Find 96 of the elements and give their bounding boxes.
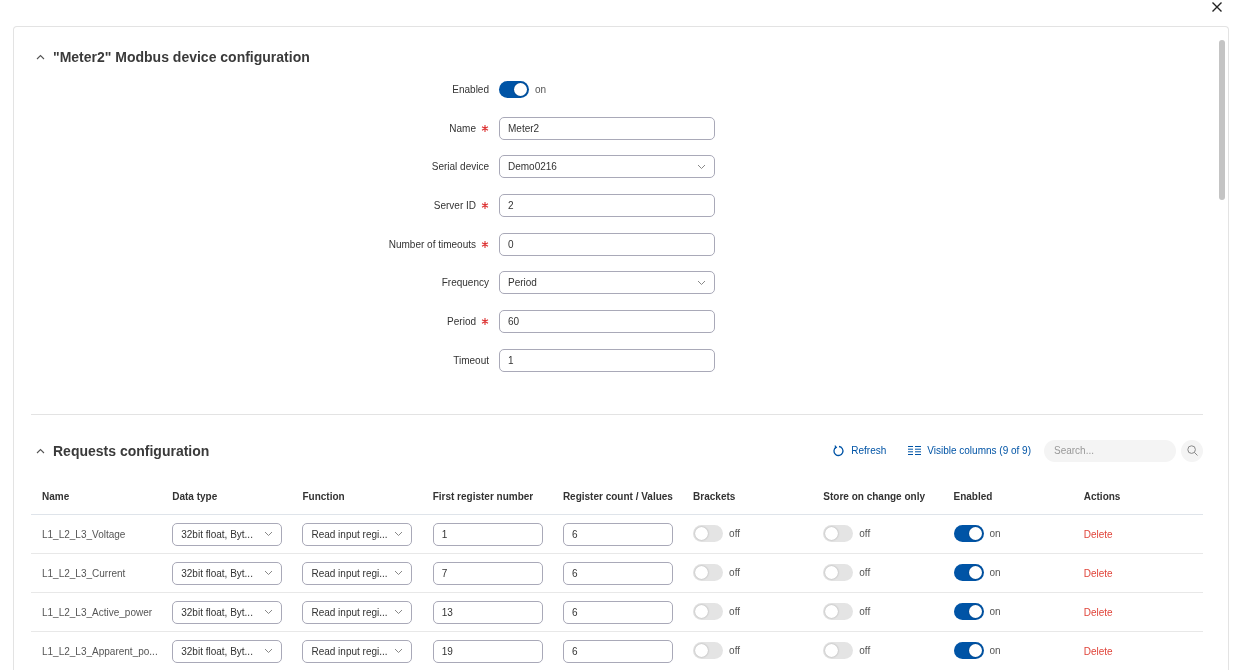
toggle-switch[interactable] xyxy=(953,524,984,542)
toggle-switch[interactable] xyxy=(693,563,724,581)
column-header: First register number xyxy=(421,478,552,515)
toggle-switch[interactable] xyxy=(823,524,854,542)
toggle-state-label: on xyxy=(989,644,1001,656)
input-field[interactable]: 6 xyxy=(562,639,673,663)
toggle-switch[interactable] xyxy=(953,563,984,581)
field-label: Timeout xyxy=(453,354,489,366)
input-dropdown[interactable]: Read input regi... xyxy=(302,600,413,624)
section-title: Requests configuration xyxy=(53,442,210,459)
column-header: Brackets xyxy=(682,478,813,515)
field-label: Serial device xyxy=(431,161,489,173)
input-field[interactable]: 0 xyxy=(499,232,715,256)
toggle-switch[interactable] xyxy=(953,602,984,620)
field-label: Period xyxy=(447,316,476,328)
request-name: L1_L2_L3_Active_power xyxy=(42,606,153,618)
toggle-switch[interactable] xyxy=(823,602,854,620)
input-dropdown[interactable]: 32bit float, Byt... xyxy=(172,600,283,624)
chevron-down-icon xyxy=(264,570,274,577)
refresh-button[interactable]: Refresh xyxy=(833,444,887,457)
input-dropdown[interactable]: Read input regi... xyxy=(302,639,413,663)
toggle-switch[interactable] xyxy=(953,641,984,659)
columns-icon xyxy=(908,446,922,456)
input-field[interactable]: 1 xyxy=(499,348,715,372)
toggle-switch[interactable] xyxy=(693,641,724,659)
input-dropdown[interactable]: Read input regi... xyxy=(302,561,413,585)
column-header: Data type xyxy=(161,478,292,515)
toggle-state-label: off xyxy=(859,566,871,578)
toggle-switch[interactable] xyxy=(499,81,529,98)
toggle-switch[interactable] xyxy=(693,524,724,542)
toggle-state-label: off xyxy=(729,527,741,539)
field-label: Enabled xyxy=(452,84,489,95)
delete-link[interactable]: Delete xyxy=(1083,645,1113,657)
column-header: Function xyxy=(291,478,422,515)
input-field[interactable]: 1 xyxy=(432,522,543,546)
toggle-state-label: on xyxy=(535,84,547,95)
toggle-state-label: on xyxy=(989,566,1001,578)
chevron-down-icon xyxy=(394,648,404,655)
delete-link[interactable]: Delete xyxy=(1083,606,1113,618)
column-header: Store on change only xyxy=(812,478,943,515)
toggle-state-label: off xyxy=(729,566,741,578)
input-field[interactable]: 6 xyxy=(562,561,673,585)
refresh-icon xyxy=(833,444,846,457)
input-dropdown[interactable]: 32bit float, Byt... xyxy=(172,639,283,663)
section-title: "Meter2" Modbus device configuration xyxy=(53,49,310,65)
input-field[interactable]: Meter2 xyxy=(499,116,715,140)
input-field[interactable]: 19 xyxy=(432,639,543,663)
chevron-down-icon xyxy=(394,609,404,616)
input-field[interactable]: 13 xyxy=(432,600,543,624)
column-header: Enabled xyxy=(942,478,1073,515)
input-field[interactable]: 2 xyxy=(499,194,715,218)
input-dropdown[interactable]: 32bit float, Byt... xyxy=(172,522,283,546)
toggle-switch[interactable] xyxy=(823,563,854,581)
toggle-state-label: off xyxy=(859,644,871,656)
toggle-state-label: off xyxy=(729,644,741,656)
chevron-down-icon xyxy=(264,648,274,655)
close-icon[interactable] xyxy=(1212,2,1222,12)
toggle-state-label: off xyxy=(729,605,741,617)
scrollbar-thumb[interactable] xyxy=(1219,40,1225,200)
request-name: L1_L2_L3_Current xyxy=(42,567,126,579)
input-dropdown[interactable]: Read input regi... xyxy=(302,522,413,546)
input-field[interactable]: 7 xyxy=(432,561,543,585)
chevron-down-icon xyxy=(697,279,706,286)
toggle-state-label: off xyxy=(859,527,871,539)
input-dropdown[interactable]: Period xyxy=(499,271,715,295)
toggle-switch[interactable] xyxy=(693,602,724,620)
chevron-up-icon[interactable] xyxy=(36,54,45,60)
chevron-down-icon xyxy=(394,570,404,577)
toggle-state-label: on xyxy=(989,527,1001,539)
field-label: Frequency xyxy=(441,277,489,289)
search-button[interactable] xyxy=(1181,439,1203,462)
toggle-state-label: on xyxy=(989,605,1001,617)
field-label: Number of timeouts xyxy=(388,238,476,250)
toggle-state-label: off xyxy=(859,605,871,617)
column-header: Actions xyxy=(1072,478,1203,515)
chevron-up-icon[interactable] xyxy=(36,447,45,454)
field-label: Server ID xyxy=(433,200,476,212)
chevron-down-icon xyxy=(394,531,404,538)
request-name: L1_L2_L3_Apparent_po... xyxy=(42,645,158,657)
delete-link[interactable]: Delete xyxy=(1083,528,1113,540)
column-header: Register count / Values xyxy=(551,478,683,515)
input-dropdown[interactable]: 32bit float, Byt... xyxy=(172,561,283,585)
chevron-down-icon xyxy=(264,531,274,538)
input-field[interactable]: 6 xyxy=(562,522,673,546)
chevron-down-icon xyxy=(697,163,706,170)
input-dropdown[interactable]: Demo0216 xyxy=(499,155,715,179)
chevron-down-icon xyxy=(264,609,274,616)
field-label: Name xyxy=(449,122,476,134)
visible-columns-button[interactable]: Visible columns (9 of 9) xyxy=(908,445,1031,457)
column-header: Name xyxy=(31,478,162,515)
input-field[interactable]: 6 xyxy=(562,600,673,624)
delete-link[interactable]: Delete xyxy=(1083,567,1113,579)
input-field[interactable]: 60 xyxy=(499,310,715,334)
toggle-switch[interactable] xyxy=(823,641,854,659)
request-name: L1_L2_L3_Voltage xyxy=(42,528,126,540)
search-icon xyxy=(1186,445,1198,457)
